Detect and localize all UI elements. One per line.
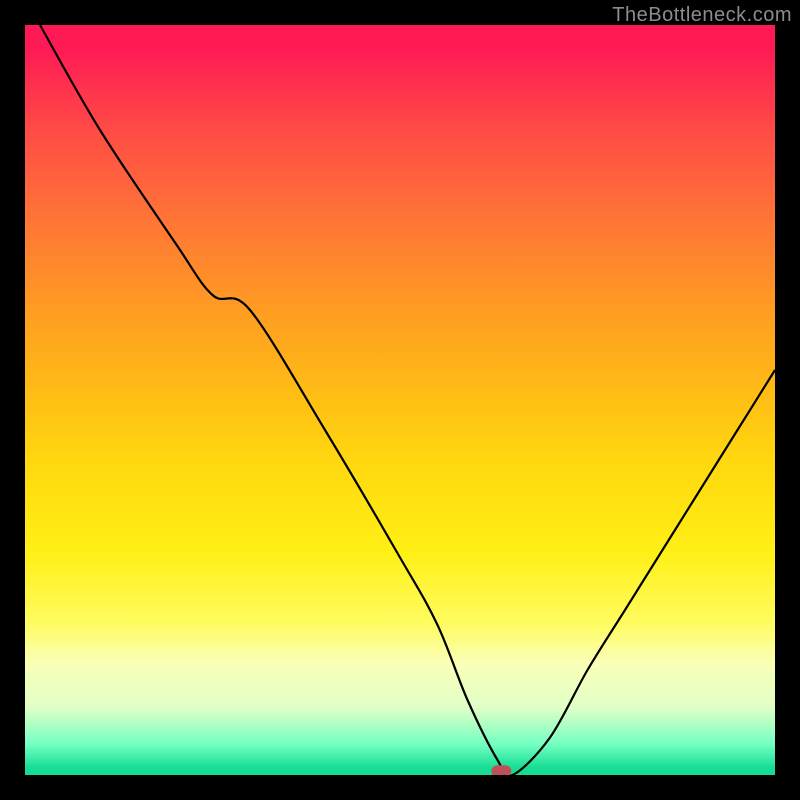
attribution-label: TheBottleneck.com: [612, 4, 792, 27]
chart-gradient-bg: [25, 25, 775, 775]
chart-container: TheBottleneck.com: [0, 0, 800, 800]
